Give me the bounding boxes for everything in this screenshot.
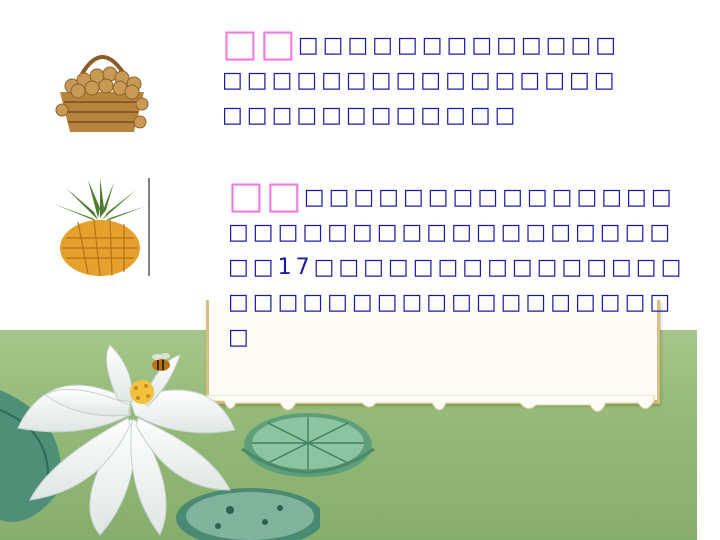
slide: □□□□□□□□□□□□□□□□□□□□□□□□□□□□□□□□□□□□□□□□… bbox=[0, 0, 720, 540]
longan-basket-image bbox=[55, 55, 149, 132]
pineapple-image bbox=[54, 178, 150, 277]
item-longan-tag: □□ bbox=[222, 21, 298, 65]
white-lotus-icon bbox=[17, 344, 236, 536]
item-longan-paragraph: □□□□□□□□□□□□□□□□□□□□□□□□□□□□□□□□□□□□□□□□… bbox=[222, 24, 642, 133]
item-pineapple-tag: □□ bbox=[228, 173, 304, 217]
item-pineapple-paragraph: □□□□□□□□□□□□□□□□□□□□□□□□□□□□□□□□□□□□□17□… bbox=[228, 176, 694, 355]
bee-icon bbox=[152, 353, 170, 371]
item-longan: □□□□□□□□□□□□□□□□□□□□□□□□□□□□□□□□□□□□□□□□… bbox=[222, 24, 642, 133]
item-pineapple: □□□□□□□□□□□□□□□□□□□□□□□□□□□□□□□□□□□□□17□… bbox=[228, 176, 694, 355]
right-margin bbox=[697, 0, 720, 540]
